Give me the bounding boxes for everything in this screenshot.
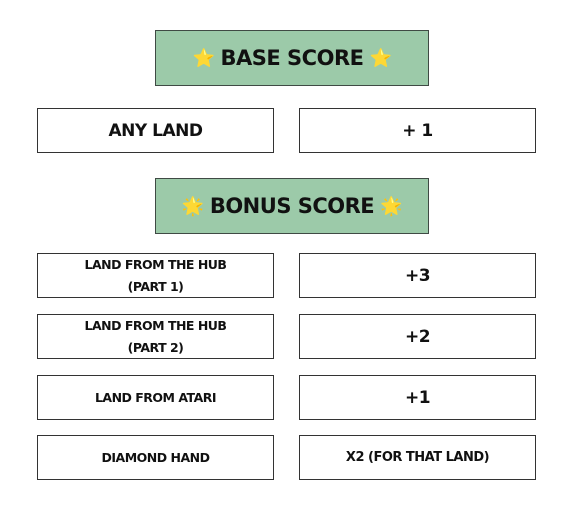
score-label-cell: ANY LAND <box>37 108 274 153</box>
star-icon: ⭐ <box>192 47 215 69</box>
score-label-line1: LAND FROM THE HUB <box>84 317 227 333</box>
score-value: X2 (FOR THAT LAND) <box>345 450 490 465</box>
score-value: +3 <box>404 265 431 286</box>
base-score-header: ⭐ BASE SCORE ⭐ <box>155 30 429 86</box>
score-label-cell: DIAMOND HAND <box>37 435 274 480</box>
score-label-line2: (PART 2) <box>127 339 184 355</box>
glowing-star-icon: 🌟 <box>380 195 403 217</box>
bonus-score-title: BONUS SCORE <box>209 194 375 218</box>
score-label-line2: (PART 1) <box>127 278 184 294</box>
bonus-score-header: 🌟 BONUS SCORE 🌟 <box>155 178 429 234</box>
score-label-cell: LAND FROM THE HUB (PART 1) <box>37 253 274 298</box>
score-label-cell: LAND FROM ATARI <box>37 375 274 420</box>
base-score-title: BASE SCORE <box>220 46 364 70</box>
score-value: + 1 <box>402 120 433 141</box>
score-value-cell: + 1 <box>299 108 536 153</box>
score-label: DIAMOND HAND <box>101 449 210 465</box>
score-value: +2 <box>404 326 431 347</box>
score-label: LAND FROM ATARI <box>94 389 217 405</box>
score-label-line1: LAND FROM THE HUB <box>84 256 227 272</box>
score-value-cell: +1 <box>299 375 536 420</box>
score-label: ANY LAND <box>108 120 203 141</box>
star-icon: ⭐ <box>369 47 392 69</box>
score-value-cell: X2 (FOR THAT LAND) <box>299 435 536 480</box>
glowing-star-icon: 🌟 <box>181 195 204 217</box>
score-value-cell: +3 <box>299 253 536 298</box>
score-value: +1 <box>404 387 431 408</box>
score-label-cell: LAND FROM THE HUB (PART 2) <box>37 314 274 359</box>
score-value-cell: +2 <box>299 314 536 359</box>
